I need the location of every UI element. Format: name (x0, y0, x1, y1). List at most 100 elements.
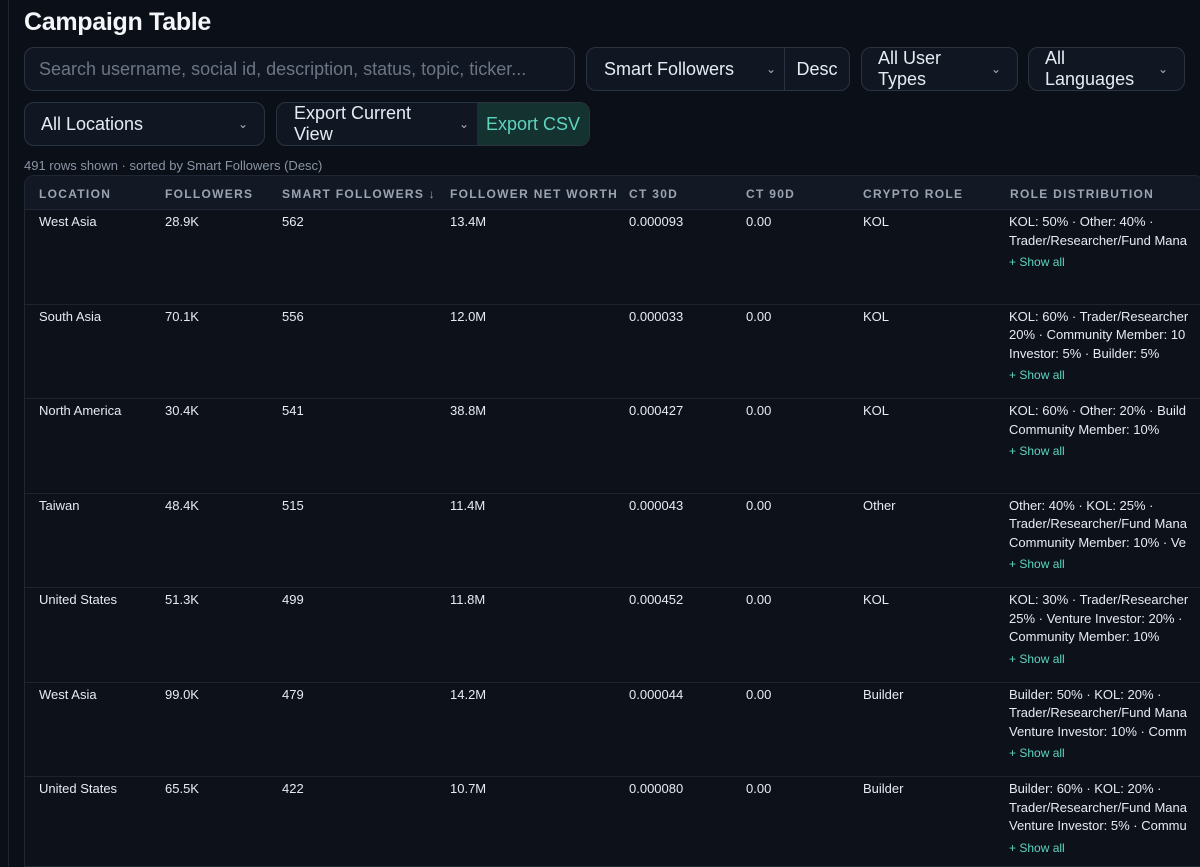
cell-location: West Asia (39, 686, 97, 702)
cell-role-distribution: Other: 40% · KOL: 25% · Trader/Researcher… (1009, 497, 1199, 574)
table-summary: 491 rows shown · sorted by Smart Followe… (24, 158, 323, 173)
cell-followers: 99.0K (165, 686, 199, 702)
table-body: West Asia 28.9K 562 13.4M 0.000093 0.00 KOL KOL… (25, 210, 1200, 866)
table-row[interactable]: West Asia 99.0K 479 14.2M 0.000044 0.00 Builde… (25, 682, 1200, 777)
cell-ct30: 0.000452 (629, 592, 684, 607)
locations-select[interactable]: All Locations ⌄ (24, 102, 265, 146)
cell-role: KOL (863, 403, 890, 418)
cell-role: Builder (863, 781, 904, 796)
header-ct90[interactable]: CT 90D (746, 187, 795, 201)
header-smart-followers[interactable]: SMART FOLLOWERS ↓ (282, 187, 436, 201)
search-box[interactable] (24, 47, 575, 91)
role-distribution-line: KOL: 60% · Trader/Researcher (1009, 308, 1189, 324)
cell-smart-followers: 562 (282, 214, 304, 229)
cell-role-distribution: Builder: 60% · KOL: 20% · Trader/Research… (1009, 780, 1199, 857)
chevron-down-icon: ⌄ (990, 62, 1001, 76)
table-row[interactable]: South Asia 70.1K 556 12.0M 0.000033 0.00 KOL KO… (25, 304, 1200, 399)
role-distribution-line: Trader/Researcher/Fund Mana (1009, 705, 1187, 720)
sort-direction-button[interactable]: Desc (785, 48, 849, 90)
header-location[interactable]: LOCATION (39, 187, 111, 201)
show-all-link[interactable]: + Show all (1009, 839, 1199, 858)
header-role-distribution[interactable]: ROLE DISTRIBUTION (1010, 187, 1154, 201)
cell-net-worth: 12.0M (450, 308, 487, 324)
cell-ct90: 0.00 (746, 781, 772, 796)
cell-smart-followers: 422 (282, 781, 304, 796)
sort-by-value: Smart Followers (604, 58, 735, 79)
cell-smart-followers: 515 (282, 497, 304, 513)
role-distribution-line: KOL: 50% · Other: 40% · (1009, 214, 1154, 229)
cell-net-worth: 13.4M (450, 214, 487, 229)
table-row[interactable]: United States 65.5K 422 10.7M 0.000080 0.00 Bu… (25, 777, 1200, 866)
cell-ct90: 0.00 (746, 403, 772, 418)
show-all-link[interactable]: + Show all (1009, 442, 1199, 461)
chevron-down-icon: ⌄ (237, 117, 248, 131)
cell-role: Other (863, 497, 896, 513)
table-row[interactable]: West Asia 28.9K 562 13.4M 0.000093 0.00 KOL KOL… (25, 210, 1200, 305)
table-header: LOCATION FOLLOWERS SMART FOLLOWERS ↓ FOL… (25, 176, 1200, 210)
role-distribution-line: Trader/Researcher/Fund Mana (1009, 232, 1187, 248)
cell-location: United States (39, 592, 118, 607)
table-row[interactable]: United States 51.3K 499 11.8M 0.000452 0.00 KO… (25, 588, 1200, 683)
role-distribution-line: KOL: 30% · Trader/Researcher (1009, 592, 1189, 607)
user-types-select[interactable]: All User Types ⌄ (861, 47, 1018, 91)
cell-net-worth: 10.7M (450, 781, 487, 796)
cell-ct30: 0.000093 (629, 214, 684, 229)
sort-by-select[interactable]: Smart Followers ⌄ (587, 48, 785, 90)
role-distribution-line: 20% · Community Member: 10 (1009, 327, 1186, 342)
header-followers[interactable]: FOLLOWERS (165, 187, 253, 201)
cell-role-distribution: KOL: 50% · Other: 40% · Trader/Researcher… (1009, 213, 1199, 272)
campaign-table: LOCATION FOLLOWERS SMART FOLLOWERS ↓ FOL… (24, 175, 1200, 867)
table-row[interactable]: Taiwan 48.4K 515 11.4M 0.000043 0.00 Other Othe… (25, 493, 1200, 588)
cell-location: United States (39, 781, 118, 796)
header-crypto-role[interactable]: CRYPTO ROLE (863, 187, 963, 201)
cell-role-distribution: KOL: 30% · Trader/Researcher 25% · Ventur… (1009, 591, 1199, 668)
show-all-link[interactable]: + Show all (1009, 253, 1199, 272)
cell-ct30: 0.000043 (629, 497, 684, 513)
role-distribution-line: Investor: 5% · Builder: 5% (1009, 345, 1160, 361)
chevron-down-icon: ⌄ (458, 117, 469, 131)
cell-net-worth: 14.2M (450, 686, 487, 702)
cell-role: KOL (863, 308, 890, 324)
search-input[interactable] (39, 58, 560, 80)
cell-ct90: 0.00 (746, 497, 772, 513)
languages-value: All Languages (1045, 48, 1135, 89)
cell-role: KOL (863, 214, 890, 229)
table-row[interactable]: North America 30.4K 541 38.8M 0.000427 0.00 KO… (25, 399, 1200, 494)
role-distribution-line: Builder: 60% · KOL: 20% · (1009, 781, 1162, 796)
cell-role: Builder (863, 686, 904, 702)
show-all-link[interactable]: + Show all (1009, 555, 1199, 574)
languages-select[interactable]: All Languages ⌄ (1028, 47, 1185, 91)
cell-ct90: 0.00 (746, 592, 772, 607)
show-all-link[interactable]: + Show all (1009, 650, 1199, 669)
role-distribution-line: Other: 40% · KOL: 25% · (1009, 497, 1154, 513)
export-view-select[interactable]: Export Current View ⌄ (277, 103, 477, 145)
cell-smart-followers: 556 (282, 308, 304, 324)
header-net-worth[interactable]: FOLLOWER NET WORTH (450, 187, 618, 201)
header-ct30[interactable]: CT 30D (629, 187, 678, 201)
cell-role-distribution: KOL: 60% · Trader/Researcher 20% · Commun… (1009, 308, 1199, 385)
cell-followers: 30.4K (165, 403, 199, 418)
cell-ct30: 0.000080 (629, 781, 684, 796)
show-all-link[interactable]: + Show all (1009, 366, 1199, 385)
cell-role-distribution: KOL: 60% · Other: 20% · Build Community M… (1009, 402, 1199, 461)
cell-followers: 48.4K (165, 497, 199, 513)
role-distribution-line: Community Member: 10% · Ve (1009, 534, 1187, 550)
role-distribution-line: 25% · Venture Investor: 20% · (1009, 610, 1183, 626)
cell-ct30: 0.000033 (629, 308, 684, 324)
role-distribution-line: Venture Investor: 10% · Comm (1009, 723, 1187, 739)
export-control: Export Current View ⌄ Export CSV (276, 102, 590, 146)
user-types-value: All User Types (878, 48, 942, 89)
role-distribution-line: Community Member: 10% (1009, 421, 1160, 437)
show-all-link[interactable]: + Show all (1009, 744, 1199, 763)
cell-net-worth: 38.8M (450, 403, 487, 418)
cell-role-distribution: Builder: 50% · KOL: 20% · Trader/Research… (1009, 686, 1199, 763)
cell-location: South Asia (39, 308, 102, 324)
cell-role: KOL (863, 592, 890, 607)
cell-ct30: 0.000427 (629, 403, 684, 418)
cell-location: West Asia (39, 214, 97, 229)
cell-followers: 70.1K (165, 308, 199, 324)
cell-smart-followers: 479 (282, 686, 304, 702)
cell-followers: 65.5K (165, 781, 199, 796)
export-csv-button[interactable]: Export CSV (477, 103, 589, 145)
chevron-down-icon: ⌄ (1157, 62, 1168, 76)
